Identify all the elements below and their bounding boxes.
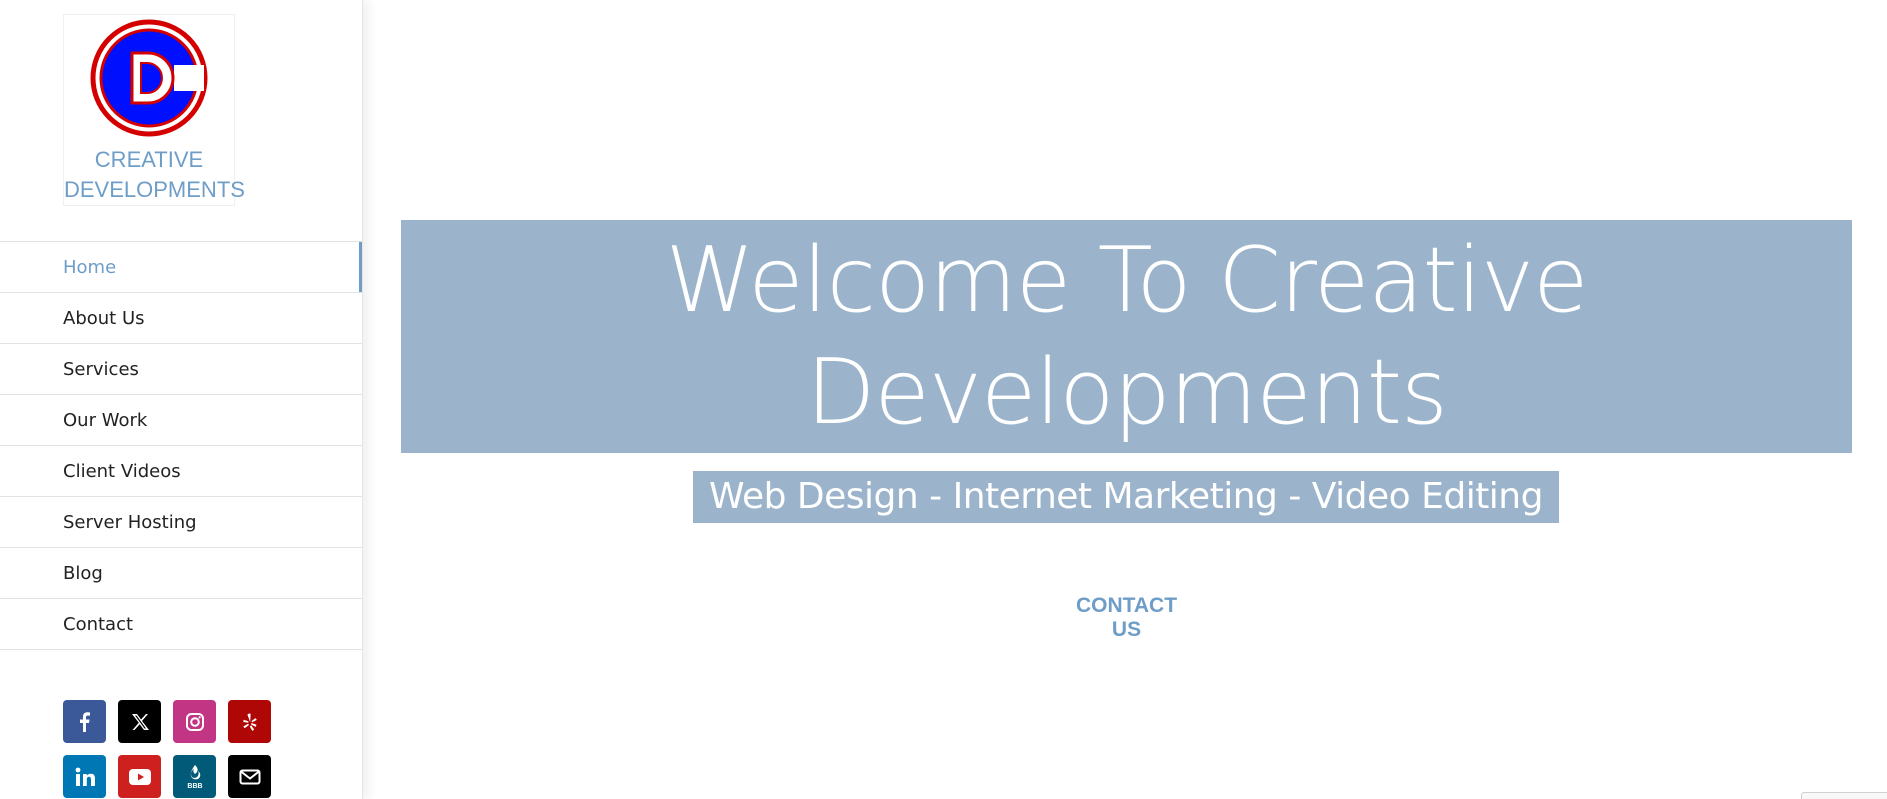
linkedin-link[interactable] xyxy=(63,755,106,798)
youtube-link[interactable] xyxy=(118,755,161,798)
youtube-icon xyxy=(128,768,151,785)
email-link[interactable] xyxy=(228,755,271,798)
nav-item-label: Contact xyxy=(63,613,134,635)
cd-logo-icon xyxy=(90,19,208,137)
hero-title-line-1: Welcome To Creative xyxy=(665,228,1589,333)
sidebar: CREATIVE DEVELOPMENTS Home About Us Serv… xyxy=(0,0,363,799)
nav-item-label: Client Videos xyxy=(63,460,181,482)
nav-item-label: Home xyxy=(63,256,117,278)
bbb-icon-text: BBB xyxy=(187,783,202,790)
nav-item-client-videos[interactable]: Client Videos xyxy=(0,445,362,496)
recaptcha-badge[interactable] xyxy=(1801,792,1887,799)
nav-item-about-us[interactable]: About Us xyxy=(0,292,362,343)
nav-item-label: Server Hosting xyxy=(63,511,197,533)
facebook-icon xyxy=(79,711,90,732)
instagram-link[interactable] xyxy=(173,700,216,743)
nav-item-label: Services xyxy=(63,358,139,380)
bbb-link[interactable]: BBB xyxy=(173,755,216,798)
nav-item-our-work[interactable]: Our Work xyxy=(0,394,362,445)
facebook-link[interactable] xyxy=(63,700,106,743)
x-link[interactable] xyxy=(118,700,161,743)
yelp-link[interactable] xyxy=(228,700,271,743)
main-nav: Home About Us Services Our Work Client V… xyxy=(0,241,362,650)
linkedin-icon xyxy=(75,767,95,786)
nav-item-contact[interactable]: Contact xyxy=(0,598,362,650)
contact-us-button[interactable]: CONTACT US xyxy=(1065,594,1188,642)
logo-line-1: CREATIVE xyxy=(94,147,204,172)
logo-line-2: DEVELOPMENTS xyxy=(64,177,245,202)
instagram-icon xyxy=(185,712,204,731)
nav-item-services[interactable]: Services xyxy=(0,343,362,394)
bbb-icon: BBB xyxy=(187,764,202,790)
nav-item-blog[interactable]: Blog xyxy=(0,547,362,598)
logo-text: CREATIVE DEVELOPMENTS xyxy=(64,145,245,205)
nav-item-home[interactable]: Home xyxy=(0,241,362,292)
hero-title: Welcome To Creative Developments xyxy=(401,220,1852,453)
x-icon xyxy=(131,713,149,730)
nav-item-label: Blog xyxy=(63,562,103,584)
nav-item-label: Our Work xyxy=(63,409,148,431)
email-icon xyxy=(239,769,260,784)
hero-title-line-2: Developments xyxy=(806,340,1448,445)
hero-subtitle: Web Design - Internet Marketing - Video … xyxy=(693,471,1559,523)
nav-item-label: About Us xyxy=(63,307,145,329)
site-logo[interactable]: CREATIVE DEVELOPMENTS xyxy=(63,14,245,206)
yelp-icon xyxy=(242,713,257,731)
nav-item-server-hosting[interactable]: Server Hosting xyxy=(0,496,362,547)
